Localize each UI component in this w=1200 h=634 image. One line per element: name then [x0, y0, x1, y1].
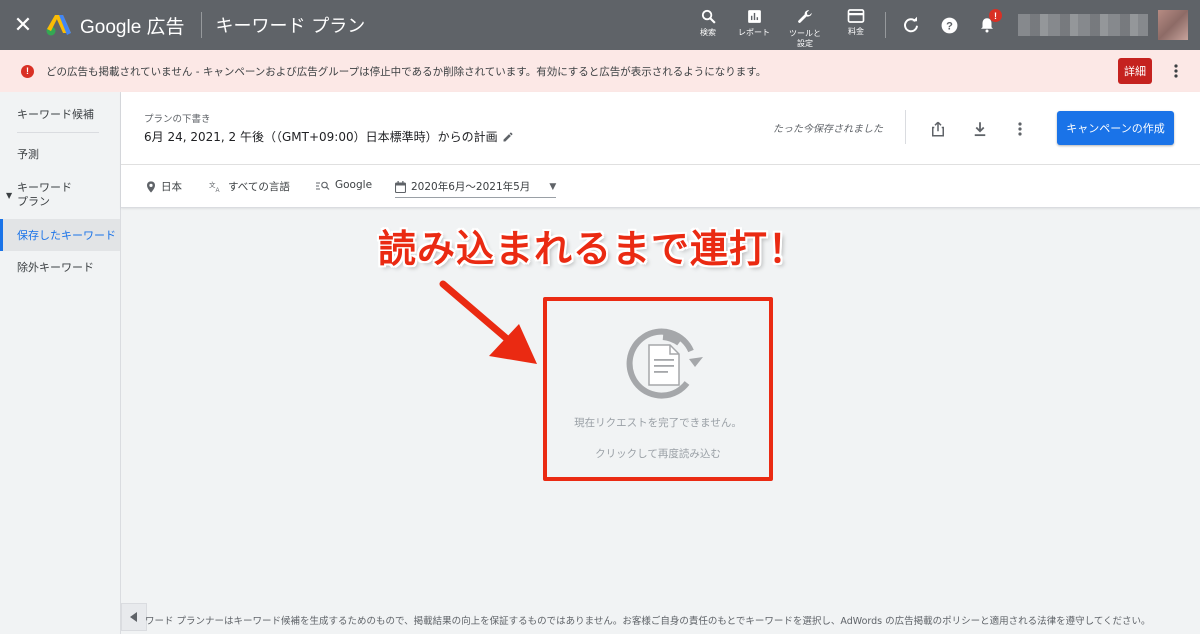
- actions-divider: [885, 12, 886, 38]
- sidebar-divider: [17, 132, 99, 133]
- download-button[interactable]: [969, 118, 991, 140]
- error-icon: !: [21, 64, 34, 78]
- report-icon: [747, 10, 761, 23]
- more-vert-icon: [1018, 122, 1022, 136]
- create-campaign-button[interactable]: キャンペーンの作成: [1057, 111, 1174, 145]
- plan-name[interactable]: 6月 24, 2021, 2 午後（（GMT+09:00）日本標準時）からの計画: [144, 128, 514, 145]
- error-message: 現在リクエストを完了できません。: [574, 417, 742, 429]
- sidebar-item-forecast[interactable]: 予測: [0, 142, 120, 166]
- network-filter[interactable]: Google: [316, 179, 372, 191]
- report-tool-label: レポート: [738, 28, 770, 37]
- footer-disclaimer: ワード プランナーはキーワード候補を生成するためのもので、掲載結果の向上を保証す…: [145, 616, 1151, 627]
- translate-icon: 文A: [209, 180, 220, 193]
- save-status: たった今保存されました: [773, 124, 883, 135]
- search-tool[interactable]: 検索: [685, 0, 731, 50]
- search-tool-label: 検索: [700, 28, 716, 37]
- annotation-arrow-icon: [439, 280, 537, 364]
- share-button[interactable]: [927, 118, 949, 140]
- network-search-icon: [316, 181, 330, 190]
- alert-message: どの広告も掲載されていません - キャンペーンおよび広告グループは停止中であるか…: [46, 65, 767, 78]
- location-filter[interactable]: 日本: [146, 179, 182, 194]
- tools-settings-tool[interactable]: ツールと 設定: [777, 0, 833, 50]
- plan-separator: [121, 164, 1200, 165]
- help-icon: ?: [941, 17, 957, 33]
- billing-tool[interactable]: 料金: [833, 0, 879, 50]
- header-divider: [905, 110, 906, 144]
- language-filter-text: すべての言語: [228, 181, 290, 193]
- credit-card-icon: [847, 9, 865, 23]
- plan-draft-label: プランの下書き: [144, 114, 211, 125]
- sidebar-item-label: 除外キーワード: [17, 261, 94, 274]
- page-title: キーワード プラン: [215, 16, 366, 37]
- google-ads-logo-icon: [46, 15, 71, 36]
- sidebar-nav: キーワード候補 予測 ▼ キーワード プラン 保存したキーワード 除外キーワード: [0, 92, 121, 634]
- edit-pencil-icon[interactable]: [502, 131, 514, 143]
- tools-settings-label: ツールと 設定: [789, 29, 821, 48]
- calendar-icon: [395, 180, 406, 193]
- top-actions: 検索 レポート ツールと 設定 料金 ? !: [685, 0, 1200, 50]
- refresh-button[interactable]: [892, 0, 930, 50]
- notification-badge: !: [989, 9, 1002, 22]
- wrench-icon: [798, 10, 812, 23]
- svg-text:文: 文: [209, 180, 216, 189]
- plan-more-button[interactable]: [1009, 118, 1031, 140]
- svg-text:?: ?: [946, 20, 953, 32]
- sidebar-item-keyword-plan[interactable]: キーワード プラン: [0, 178, 120, 212]
- reload-document-icon[interactable]: [623, 321, 707, 405]
- reload-link[interactable]: クリックして再度読み込む: [547, 446, 769, 461]
- avatar[interactable]: [1158, 10, 1188, 40]
- alert-more-button[interactable]: [1166, 60, 1186, 82]
- dropdown-arrow-icon: ▼: [549, 181, 557, 192]
- chevron-left-icon: [130, 612, 137, 622]
- notifications-button[interactable]: !: [968, 0, 1006, 50]
- google-ads-logo[interactable]: Google 広告: [46, 12, 185, 39]
- billing-tool-label: 料金: [848, 27, 864, 36]
- sidebar-item-label: キーワード プラン: [17, 181, 72, 208]
- collapse-sidebar-button[interactable]: [121, 603, 147, 631]
- sidebar-item-keyword-ideas[interactable]: キーワード候補: [0, 102, 120, 126]
- details-button[interactable]: 詳細: [1118, 58, 1152, 84]
- date-range-filter[interactable]: 2020年6月～2021年5月 ▼: [395, 179, 557, 198]
- location-pin-icon: [147, 180, 155, 193]
- title-divider: [200, 12, 202, 38]
- sidebar-item-label: キーワード候補: [17, 108, 94, 121]
- sidebar-item-label: 保存したキーワード: [17, 229, 116, 242]
- sidebar-item-saved-keywords[interactable]: 保存したキーワード: [0, 219, 120, 251]
- plan-name-text: 6月 24, 2021, 2 午後（（GMT+09:00）日本標準時）からの計画: [144, 130, 498, 144]
- date-range-text: 2020年6月～2021年5月: [411, 181, 531, 193]
- help-button[interactable]: ?: [930, 0, 968, 50]
- annotation-text: 読み込まれるまで連打！: [378, 227, 808, 271]
- download-icon: [974, 122, 986, 137]
- report-tool[interactable]: レポート: [731, 0, 777, 50]
- loading-error-panel[interactable]: 現在リクエストを完了できません。 クリックして再度読み込む: [543, 297, 773, 481]
- close-icon[interactable]: ✕: [0, 0, 46, 50]
- top-app-bar: ✕ Google 広告 キーワード プラン 検索 レポート ツールと 設定 料金: [0, 0, 1200, 50]
- sidebar-item-negative-keywords[interactable]: 除外キーワード: [0, 255, 120, 279]
- network-filter-text: Google: [335, 179, 373, 191]
- refresh-icon: [904, 16, 918, 33]
- search-icon: [701, 9, 716, 24]
- alert-banner: ! どの広告も掲載されていません - キャンペーンおよび広告グループは停止中であ…: [0, 50, 1200, 92]
- language-filter[interactable]: 文A すべての言語: [209, 179, 290, 194]
- share-icon: [932, 121, 944, 137]
- account-info-blurred[interactable]: [1018, 14, 1148, 36]
- svg-text:A: A: [216, 188, 220, 193]
- location-filter-text: 日本: [161, 181, 182, 193]
- sidebar-item-label: 予測: [17, 148, 39, 161]
- brand-name: Google 広告: [80, 16, 185, 38]
- plan-header: プランの下書き 6月 24, 2021, 2 午後（（GMT+09:00）日本標…: [121, 92, 1200, 208]
- more-vert-icon: [1174, 64, 1178, 78]
